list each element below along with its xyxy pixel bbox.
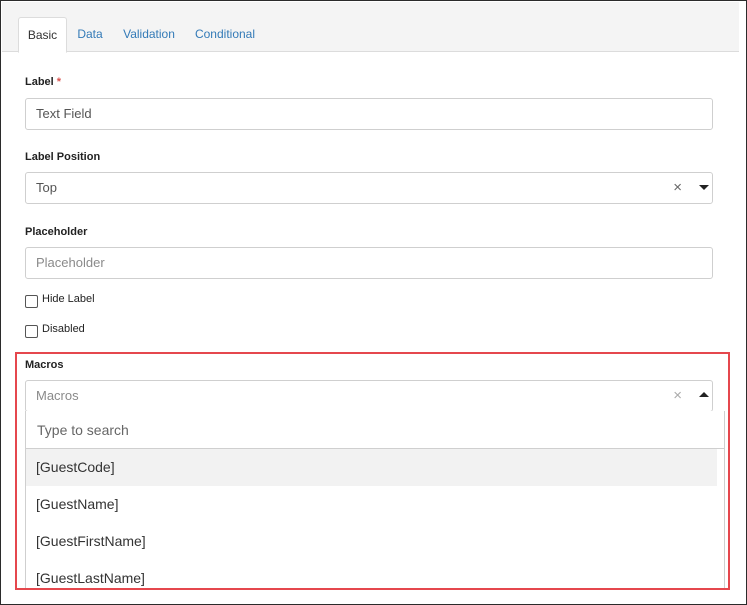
caret-down-icon[interactable] xyxy=(699,185,709,190)
tab-validation[interactable]: Validation xyxy=(116,17,182,52)
tab-basic[interactable]: Basic xyxy=(18,17,67,53)
hide-label-text: Hide Label xyxy=(42,293,95,305)
placeholder-label: Placeholder xyxy=(25,226,88,238)
macros-highlight-box xyxy=(15,352,730,590)
label-position-value: Top xyxy=(36,180,57,195)
close-icon[interactable]: × xyxy=(673,173,682,203)
label-field-label-text: Label xyxy=(25,76,54,88)
required-marker: * xyxy=(56,76,62,88)
label-position-select[interactable]: Top × xyxy=(25,172,713,204)
hide-label-checkbox[interactable] xyxy=(25,295,38,308)
tab-conditional[interactable]: Conditional xyxy=(188,17,262,52)
placeholder-input-hint: Placeholder xyxy=(36,255,105,270)
label-input[interactable]: Text Field xyxy=(25,98,713,130)
label-position-label: Label Position xyxy=(25,151,101,163)
disabled-text: Disabled xyxy=(42,323,85,335)
tab-bar: Basic Data Validation Conditional xyxy=(2,2,739,53)
tab-data[interactable]: Data xyxy=(70,17,110,52)
placeholder-input[interactable]: Placeholder xyxy=(25,247,713,279)
form-builder-panel: Basic Data Validation Conditional Label … xyxy=(0,0,747,605)
label-field-label: Label * xyxy=(25,76,61,88)
disabled-checkbox[interactable] xyxy=(25,325,38,338)
